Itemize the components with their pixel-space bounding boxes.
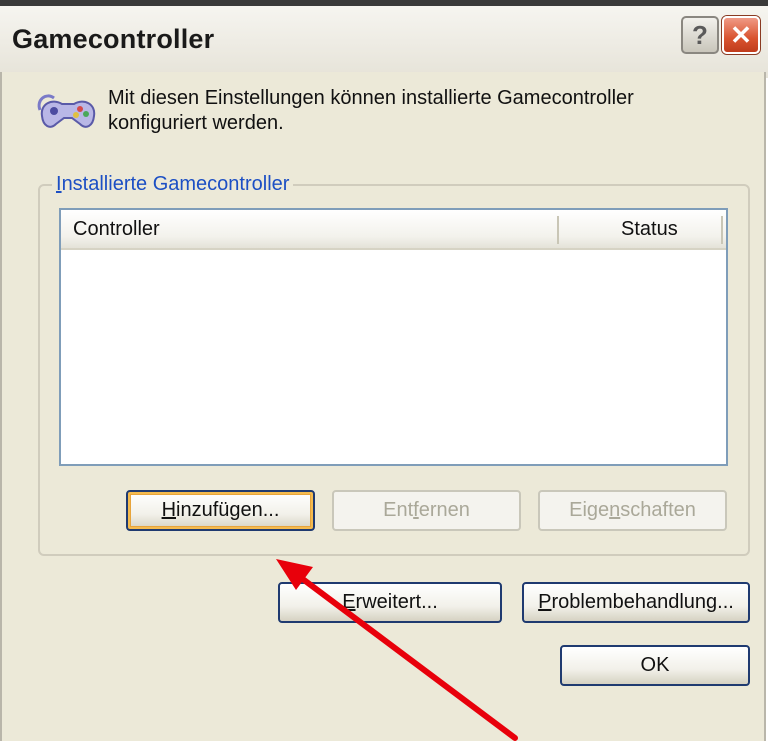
troubleshoot-button-label: roblembehandlung... [551, 591, 734, 613]
add-button[interactable]: Hinzufügen... [126, 490, 315, 531]
troubleshoot-button-accel: P [538, 591, 552, 613]
add-button-label: inzufügen... [176, 499, 280, 521]
gamepad-icon [37, 94, 96, 128]
column-header-status[interactable]: Status [621, 218, 721, 241]
group-label-text: nstallierte Gamecontroller [61, 173, 290, 195]
help-icon: ? [692, 19, 708, 50]
controller-list[interactable]: Controller Status [59, 208, 728, 466]
list-header: Controller Status [61, 210, 726, 250]
dialog-client-area: Mit diesen Einstellungen können installi… [0, 72, 766, 741]
column-separator[interactable] [721, 216, 723, 244]
troubleshoot-button[interactable]: Problembehandlung... [522, 582, 750, 623]
advanced-button[interactable]: Erweitert... [278, 582, 502, 623]
close-icon: ✕ [730, 19, 752, 50]
properties-button-label-rest: schaften [620, 499, 696, 521]
ok-button[interactable]: OK [560, 645, 750, 686]
group-label: Installierte Gamecontroller [52, 173, 294, 196]
remove-button-label: Ent [383, 499, 414, 521]
title-bar[interactable]: Gamecontroller ? ✕ [0, 0, 768, 78]
window-title: Gamecontroller [12, 24, 215, 54]
advanced-button-label: rweitert... [355, 591, 438, 613]
ok-button-label: OK [640, 654, 670, 676]
column-header-controller[interactable]: Controller [73, 218, 160, 241]
advanced-button-accel: E [342, 591, 356, 613]
properties-button-accel: n [609, 499, 621, 521]
properties-button[interactable]: Eigenschaften [538, 490, 727, 531]
remove-button[interactable]: Entfernen [332, 490, 521, 531]
column-separator[interactable] [557, 216, 559, 244]
help-button[interactable]: ? [681, 16, 719, 54]
intro-text: Mit diesen Einstellungen können installi… [108, 87, 634, 134]
gamecontroller-dialog: Gamecontroller ? ✕ Mit diesen Einstellun… [0, 0, 768, 741]
add-button-accel: H [161, 499, 177, 521]
properties-button-label: Eige [569, 499, 610, 521]
remove-button-label-rest: ernen [418, 499, 470, 521]
close-button[interactable]: ✕ [722, 16, 760, 54]
